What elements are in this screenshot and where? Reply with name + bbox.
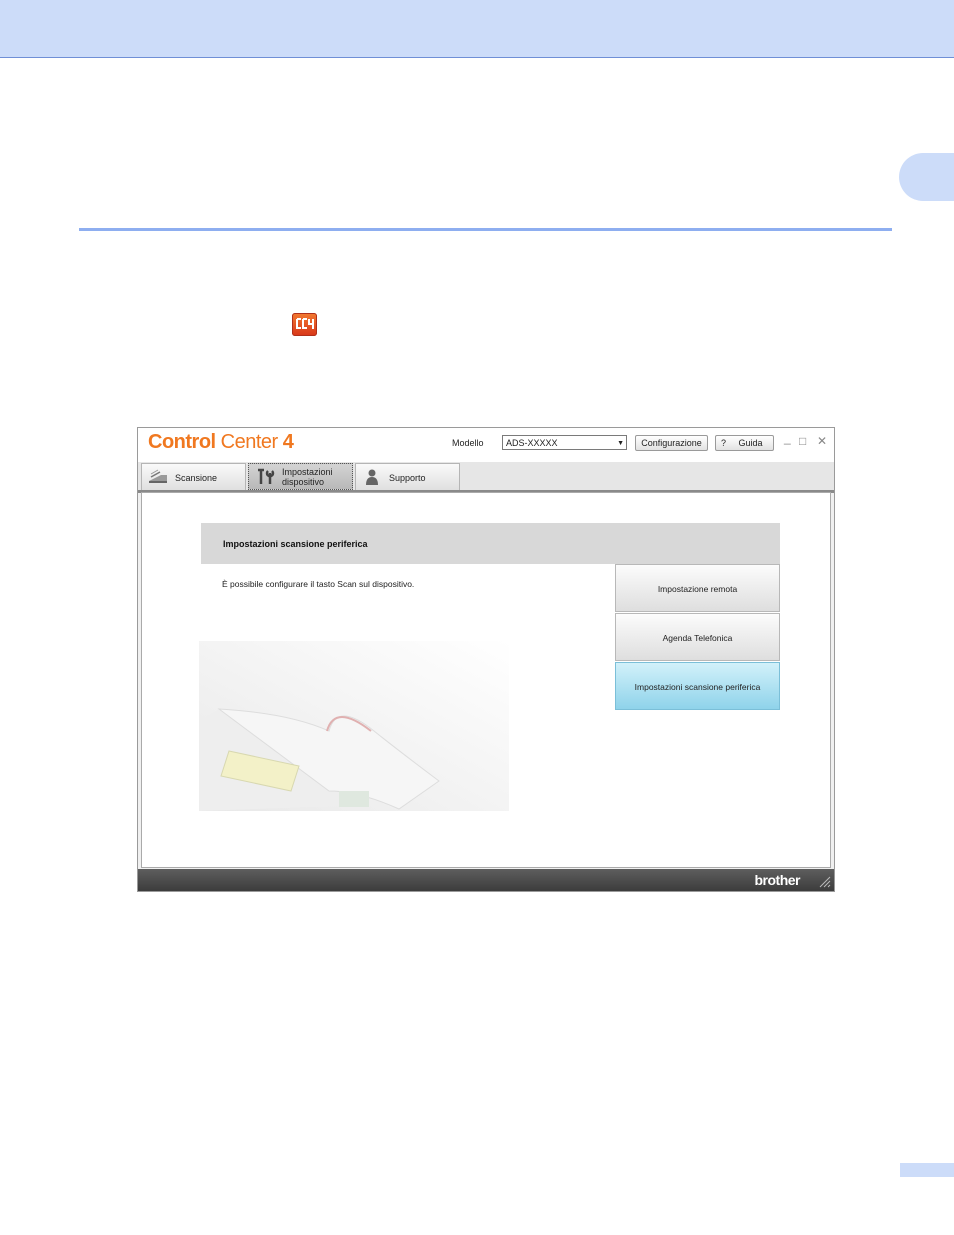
controlcenter4-icon bbox=[292, 313, 317, 336]
panel-description: È possibile configurare il tasto Scan su… bbox=[222, 579, 415, 589]
model-dropdown-value: ADS-XXXXX bbox=[506, 438, 558, 448]
tab-support[interactable]: Supporto bbox=[355, 463, 460, 490]
help-button[interactable]: ? Guida bbox=[715, 435, 774, 451]
device-illustration bbox=[199, 641, 509, 811]
page-number-tab bbox=[900, 1163, 954, 1177]
status-footer: brother bbox=[138, 869, 834, 891]
tab-bar: Scansione Impostazioni dispositivo Suppo… bbox=[138, 462, 834, 493]
device-scan-settings-label: Impostazioni scansione periferica bbox=[634, 682, 761, 692]
section-divider bbox=[79, 228, 892, 231]
minimize-icon[interactable]: _ bbox=[784, 431, 791, 445]
close-icon[interactable]: ✕ bbox=[817, 434, 827, 448]
panel-header: Impostazioni scansione periferica bbox=[201, 523, 780, 564]
tab-scan-label: Scansione bbox=[175, 473, 218, 483]
panel-title: Impostazioni scansione periferica bbox=[223, 539, 368, 549]
tab-support-label: Supporto bbox=[389, 473, 426, 483]
model-label: Modello bbox=[452, 438, 484, 448]
chapter-tab bbox=[899, 153, 954, 201]
address-book-label: Agenda Telefonica bbox=[662, 633, 733, 643]
brother-logo: brother bbox=[754, 872, 801, 888]
title-bar: Control Center 4 Modello ADS-XXXXX ▼ Con… bbox=[138, 428, 834, 462]
content-area: Impostazioni scansione periferica È poss… bbox=[141, 492, 831, 868]
maximize-icon[interactable]: □ bbox=[799, 434, 806, 448]
model-dropdown[interactable]: ADS-XXXXX ▼ bbox=[502, 435, 627, 450]
tab-scan[interactable]: Scansione bbox=[141, 463, 246, 490]
remote-setup-label: Impostazione remota bbox=[657, 584, 738, 594]
help-button-label: Guida bbox=[738, 438, 763, 448]
device-settings-icon bbox=[255, 468, 275, 491]
configuration-button-label: Configurazione bbox=[641, 438, 702, 448]
app-logo: Control Center 4 bbox=[148, 431, 294, 453]
tab-device-settings[interactable]: Impostazioni dispositivo bbox=[248, 463, 353, 490]
configuration-button[interactable]: Configurazione bbox=[635, 435, 708, 451]
device-scan-settings-button[interactable]: Impostazioni scansione periferica bbox=[615, 662, 780, 710]
tab-device-settings-label: Impostazioni dispositivo bbox=[282, 467, 333, 487]
help-icon: ? bbox=[721, 438, 727, 448]
scan-icon bbox=[148, 468, 168, 489]
controlcenter4-window: Control Center 4 Modello ADS-XXXXX ▼ Con… bbox=[137, 427, 835, 892]
remote-setup-button[interactable]: Impostazione remota bbox=[615, 564, 780, 612]
dropdown-arrow-icon: ▼ bbox=[617, 440, 624, 447]
address-book-button[interactable]: Agenda Telefonica bbox=[615, 613, 780, 661]
document-header-band bbox=[0, 0, 954, 58]
support-person-icon bbox=[362, 468, 382, 491]
resize-grip-icon[interactable] bbox=[819, 876, 831, 888]
